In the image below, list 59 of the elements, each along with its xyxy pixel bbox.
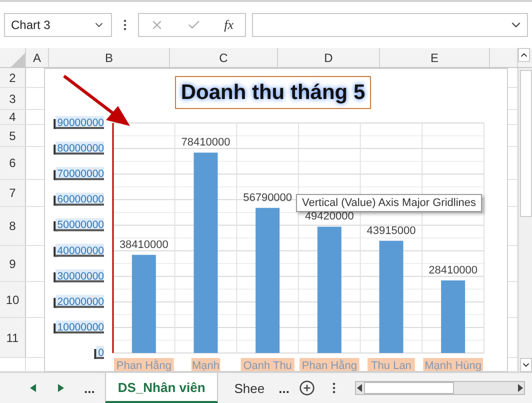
x-tick-label: Phan Hằng [302, 359, 357, 372]
tooltip: Vertical (Value) Axis Major Gridlines [296, 194, 482, 212]
row-header[interactable]: 7 [0, 180, 26, 206]
sheet-tab[interactable]: Shee [220, 373, 269, 403]
data-label: 49420000 [304, 210, 354, 223]
axis-label: 80000000 [54, 142, 104, 155]
horizontal-scrollbar[interactable] [355, 381, 526, 395]
add-sheet-icon[interactable] [299, 380, 316, 396]
axis-label: 70000000 [54, 167, 104, 180]
more-sheets-button[interactable]: ... [270, 380, 298, 396]
axis-label: 50000000 [54, 218, 104, 232]
axis-label: 90000000 [54, 116, 104, 129]
x-tick-label: Phan Hằng [116, 359, 172, 372]
scroll-right-icon[interactable] [516, 384, 524, 392]
column-header[interactable]: D [278, 48, 380, 67]
scroll-left-icon[interactable] [356, 384, 364, 392]
chart-title[interactable]: Doanh thu tháng 5 [175, 76, 371, 109]
axis-label: 60000000 [54, 192, 104, 206]
column-header[interactable]: A [26, 48, 49, 67]
row-header[interactable]: 5 [0, 125, 26, 146]
formula-field[interactable] [252, 13, 528, 37]
category-label: Phan Hằng [300, 358, 360, 371]
data-label: 78410000 [181, 136, 230, 149]
row-header[interactable]: 2 [0, 68, 26, 87]
axis-label: 10000000 [54, 320, 104, 334]
name-box[interactable]: Chart 3 [4, 13, 112, 37]
row-header[interactable]: 10 [0, 282, 26, 317]
axis-label: 30000000 [54, 269, 104, 282]
insert-function-button[interactable]: fx [224, 17, 234, 33]
x-tick-label: Oanh Thu [243, 360, 292, 372]
row-header[interactable]: 9 [0, 246, 26, 281]
category-label: Phan Hằng [114, 358, 174, 371]
axis-label: 40000000 [54, 244, 104, 257]
row-header[interactable]: 4 [0, 110, 26, 124]
row-header[interactable]: 8 [0, 207, 26, 245]
category-label: Mạnh [191, 358, 220, 371]
row-header[interactable]: 11 [0, 318, 26, 357]
chart-area[interactable] [44, 68, 508, 372]
category-label: Mạnh Hùng [423, 358, 483, 371]
category-label: Oanh Thu [240, 358, 294, 371]
column-header[interactable]: B [49, 48, 170, 67]
scroll-thumb[interactable] [520, 70, 532, 217]
column-header[interactable]: E [380, 48, 490, 67]
column-header[interactable]: C [170, 48, 278, 67]
y-tick-label: 0 [98, 347, 104, 359]
data-label: 38410000 [119, 238, 168, 251]
row-header[interactable]: 3 [0, 88, 26, 109]
category-label: Thu Lan [368, 358, 415, 371]
data-label: 43915000 [366, 224, 416, 237]
more-sheets-button[interactable]: ... [76, 380, 103, 396]
data-label: 56790000 [243, 192, 292, 204]
data-label: 28410000 [428, 264, 478, 276]
sheet-tab[interactable]: DS_Nhân viên [104, 373, 218, 403]
x-tick-label: Thu Lan [371, 360, 412, 372]
scroll-up-button[interactable] [518, 48, 530, 62]
row-header[interactable]: 6 [0, 147, 26, 179]
axis-label: 20000000 [54, 294, 104, 308]
scroll-down-button[interactable] [520, 358, 532, 372]
axis-label: 0 [94, 346, 104, 359]
